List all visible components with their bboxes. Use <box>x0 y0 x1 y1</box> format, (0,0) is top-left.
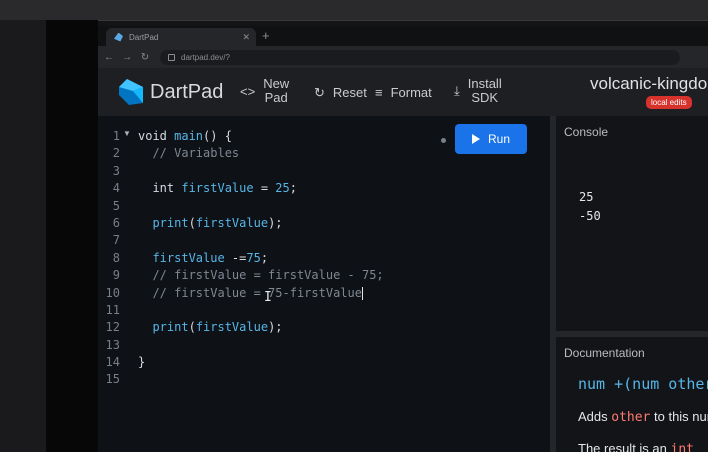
format-button[interactable]: ≡ Format <box>375 85 432 100</box>
doc-text-fragment: to this num. <box>654 409 708 424</box>
line-number: 14 <box>105 355 120 370</box>
line-number: 6 <box>112 215 120 230</box>
browser-window: DartPad ✕ + ← → ↻ dartpad.dev/? DartPad … <box>98 26 708 452</box>
forward-arrow-icon[interactable]: → <box>120 52 134 63</box>
line-number: 4 <box>112 181 120 196</box>
code-line: // firstValue = 75-firstValue <box>138 285 363 300</box>
line-number: 2 <box>112 146 120 161</box>
dart-logo-icon <box>119 79 143 105</box>
reload-icon[interactable]: ↻ <box>138 52 152 63</box>
line-number: 15 <box>105 372 120 387</box>
address-bar: ← → ↻ dartpad.dev/? <box>98 46 708 68</box>
lock-icon <box>168 53 175 61</box>
documentation-title: Documentation <box>564 346 645 360</box>
code-line: int firstValue = 25; <box>138 181 297 196</box>
line-number-gutter: 1 2 3 4 5 6 7 8 9 10 11 12 13 14 15 <box>98 128 128 389</box>
url-field[interactable]: dartpad.dev/? <box>160 49 680 65</box>
doc-description: Adds other to this num. <box>578 409 708 425</box>
line-number: 11 <box>105 302 120 317</box>
app-header: DartPad <> New Pad ↻ Reset ≡ Format ⤓ In… <box>98 68 708 116</box>
dart-favicon-icon <box>114 32 123 42</box>
new-tab-icon[interactable]: + <box>262 28 270 44</box>
code-line: print(firstValue); <box>152 320 283 335</box>
install-sdk-button[interactable]: ⤓ Install SDK <box>454 77 502 105</box>
os-top-strip <box>0 0 708 21</box>
format-label: Format <box>390 84 432 100</box>
align-lines-icon: ≡ <box>375 85 383 100</box>
code-line: // Variables <box>138 146 240 161</box>
code-line: void main() { <box>138 129 232 143</box>
pad-title[interactable]: volcanic-kingdom <box>590 74 708 94</box>
run-label: Run <box>487 132 510 146</box>
line-number: 5 <box>112 198 120 213</box>
left-panel <box>0 20 46 452</box>
status-dot-icon <box>441 138 446 143</box>
line-number: 9 <box>112 268 120 283</box>
code-editor[interactable]: 1 2 3 4 5 6 7 8 9 10 11 12 13 14 15 ▼ vo… <box>98 116 550 452</box>
refresh-icon: ↻ <box>314 85 325 100</box>
doc-code-fragment: int <box>670 442 694 452</box>
fold-arrow-icon[interactable]: ▼ <box>123 129 131 138</box>
code-line: // firstValue = firstValue - 75; <box>138 268 384 283</box>
left-dark-margin <box>46 20 98 452</box>
doc-text-fragment: The result is an <box>578 441 671 452</box>
doc-text-fragment: Adds <box>578 409 612 424</box>
browser-tab[interactable]: DartPad ✕ <box>106 28 256 46</box>
code-line: print(firstValue); <box>152 215 283 230</box>
app-brand: DartPad <box>150 81 224 103</box>
code-line: } <box>138 355 146 370</box>
code-brackets-icon: <> <box>240 83 256 99</box>
line-number: 13 <box>105 337 120 352</box>
caret <box>361 286 363 300</box>
text-cursor-icon: I <box>264 290 272 305</box>
back-arrow-icon[interactable]: ← <box>102 52 116 63</box>
console-output-line: -50 <box>579 209 601 223</box>
run-button[interactable]: Run <box>455 124 527 154</box>
line-number: 8 <box>112 250 120 265</box>
console-panel: Console 25 -50 <box>556 116 708 331</box>
doc-code-fragment: other <box>611 410 651 425</box>
console-output-line: 25 <box>579 190 594 204</box>
line-number: 3 <box>112 163 120 178</box>
doc-signature: num +(num other) <box>578 375 708 393</box>
new-pad-button[interactable]: <> New Pad <box>240 77 289 105</box>
close-icon[interactable]: ✕ <box>242 32 250 43</box>
code-line: firstValue -=75; <box>152 250 269 265</box>
install-sdk-label: Install SDK <box>467 76 502 105</box>
doc-description-2: The result is an int <box>578 441 694 452</box>
tab-title: DartPad <box>129 32 159 42</box>
code-lines: void main() { // Variables int firstValu… <box>138 128 384 389</box>
new-pad-label: New Pad <box>263 76 290 105</box>
documentation-panel: Documentation num +(num other) Adds othe… <box>556 337 708 452</box>
reset-button[interactable]: ↻ Reset <box>314 85 367 101</box>
tab-bar: DartPad ✕ + <box>98 26 708 46</box>
console-title: Console <box>564 125 609 139</box>
line-number: 7 <box>112 233 120 248</box>
reset-label: Reset <box>332 85 367 100</box>
line-number: 10 <box>105 285 120 300</box>
download-icon: ⤓ <box>454 83 460 98</box>
play-icon <box>471 134 480 144</box>
status-badge: local edits <box>646 96 692 109</box>
url-text: dartpad.dev/? <box>181 52 230 62</box>
line-number: 12 <box>105 320 120 335</box>
